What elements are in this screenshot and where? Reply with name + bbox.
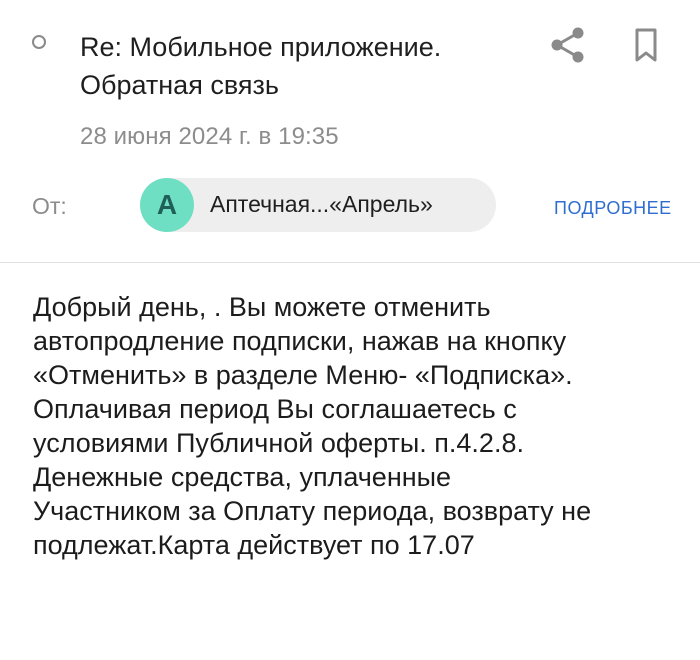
email-subject: Re: Мобильное приложение. Обратная связь [80, 32, 442, 100]
share-icon [551, 27, 584, 63]
avatar: А [140, 178, 194, 232]
email-header: Re: Мобильное приложение. Обратная связь… [0, 0, 700, 262]
share-button[interactable] [548, 24, 588, 68]
circle-outline-icon[interactable] [32, 35, 46, 49]
divider [0, 262, 700, 263]
email-date: 28 июня 2024 г. в 19:35 [80, 123, 339, 150]
sender-name: Аптечная...«Апрель» [210, 191, 433, 217]
email-body: Добрый день, . Вы можете отменить автопр… [33, 292, 592, 560]
bookmark-button[interactable] [626, 24, 666, 68]
from-label: От: [32, 193, 67, 219]
bookmark-icon [635, 28, 657, 62]
details-button[interactable]: ПОДРОБНЕЕ [554, 198, 672, 219]
sender-chip[interactable]: А Аптечная...«Апрель» [140, 178, 496, 232]
